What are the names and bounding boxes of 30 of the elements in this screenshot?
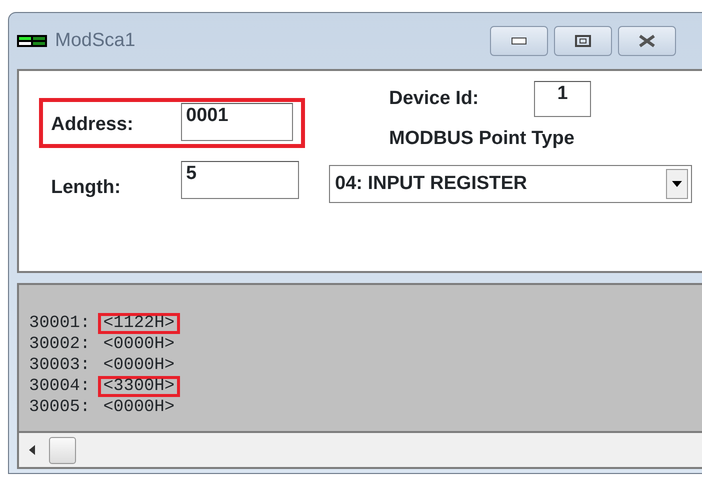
scroll-left-icon[interactable] — [29, 445, 35, 455]
register-address: 30004: — [29, 378, 90, 396]
minimize-button[interactable] — [490, 26, 548, 56]
app-icon — [17, 35, 47, 47]
address-label: Address: — [51, 113, 134, 137]
device-id-label: Device Id: — [389, 87, 479, 111]
register-value: <3300H> — [98, 376, 180, 397]
point-type-dropdown[interactable]: 04: INPUT REGISTER — [329, 165, 692, 203]
close-icon — [638, 34, 656, 48]
register-value: <0000H> — [102, 334, 176, 355]
scrollbar-thumb[interactable] — [49, 436, 76, 464]
device-id-field[interactable]: 1 — [534, 81, 591, 117]
maximize-button[interactable] — [554, 26, 612, 56]
register-value: <1122H> — [98, 313, 180, 334]
length-field[interactable]: 5 — [181, 161, 299, 199]
maximize-icon — [575, 35, 591, 47]
horizontal-scrollbar[interactable] — [17, 433, 702, 469]
length-label: Length: — [51, 176, 121, 200]
window-title: ModSca1 — [55, 28, 136, 53]
minimize-icon — [511, 37, 527, 45]
caret-icon[interactable] — [672, 181, 682, 187]
register-address: 30005: — [29, 398, 90, 416]
close-button[interactable] — [618, 26, 676, 56]
register-address: 30001: — [29, 314, 90, 332]
register-value: <0000H> — [102, 397, 176, 418]
address-field[interactable]: 0001 — [181, 103, 293, 141]
register-address: 30002: — [29, 336, 90, 354]
register-address: 30003: — [29, 356, 90, 374]
point-type-label: MODBUS Point Type — [389, 127, 574, 151]
register-value: <0000H> — [102, 355, 176, 376]
